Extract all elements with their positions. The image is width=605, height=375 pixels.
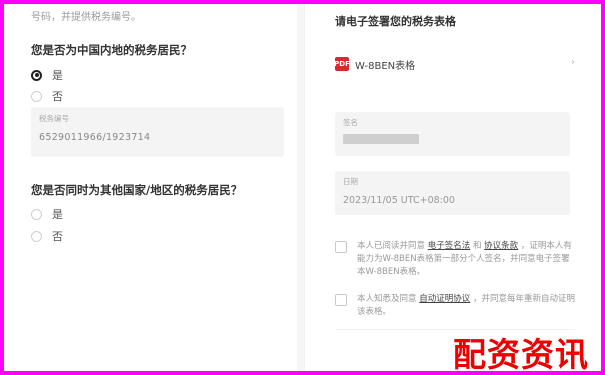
radio-unchecked-icon[interactable] [31,208,42,220]
checkbox-icon[interactable] [335,294,347,306]
signature-redacted [343,134,419,144]
app-frame: 号码，并提供税务编号。 您是否为中国内地的税务居民？ 是 否 税务编号 6529… [4,4,601,371]
panel-divider [297,4,304,371]
date-label: 日期 [343,177,358,186]
signature-panel: 请电子签署您的税务表格 PDF W-8BEN表格 › 签名 日期 2023/11… [304,4,601,371]
other-residency-question: 您是否同时为其他国家/地区的税务居民？ [31,183,243,197]
tax-id-label: 税务编号 [39,114,69,123]
tax-id-field[interactable]: 税务编号 6529011966/1923714 [31,107,284,157]
radio-unchecked-icon[interactable] [31,230,42,242]
tax-id-value: 6529011966/1923714 [39,132,151,143]
other-no-radio[interactable]: 否 [31,228,63,244]
other-yes-radio[interactable]: 是 [31,206,63,222]
e-signature-law-link[interactable]: 电子签名法 [428,241,471,251]
consent-text-2: 本人知悉及同意 自动证明协议 ，并同意每年重新自动证明该表格。 [357,294,575,317]
date-field: 日期 2023/11/05 UTC+08:00 [335,171,570,215]
mainland-residency-question: 您是否为中国内地的税务居民？ [31,43,192,57]
auto-certify-link[interactable]: 自动证明协议 [419,294,470,304]
radio-label: 否 [52,90,63,103]
mainland-no-radio[interactable]: 否 [31,88,63,104]
date-value: 2023/11/05 UTC+08:00 [343,195,455,206]
signature-field[interactable]: 签名 [335,112,570,156]
signature-title: 请电子签署您的税务表格 [335,15,456,28]
pdf-icon: PDF [334,57,350,71]
hint-text: 号码，并提供税务编号。 [31,12,141,23]
checkbox-icon[interactable] [335,241,347,253]
agreement-terms-link[interactable]: 协议条款 [484,241,518,251]
chevron-right-icon: › [571,57,575,68]
w8ben-form-link[interactable]: PDF W-8BEN表格 › [334,54,575,74]
radio-unchecked-icon[interactable] [31,90,42,102]
form-name: W-8BEN表格 [355,60,416,72]
radio-label: 否 [52,230,63,243]
signature-label: 签名 [343,118,358,127]
tax-residency-panel: 号码，并提供税务编号。 您是否为中国内地的税务居民？ 是 否 税务编号 6529… [4,4,297,371]
radio-label: 是 [52,208,63,221]
radio-checked-icon[interactable] [31,69,42,81]
consent-checkbox-2[interactable]: 本人知悉及同意 自动证明协议 ，并同意每年重新自动证明该表格。 [335,293,575,319]
consent-checkbox-1[interactable]: 本人已阅读并同意 电子签名法 和 协议条款 ，证明本人有能力为W-8BEN表格第… [335,240,575,279]
watermark-text: 配资资讯 [453,335,589,371]
consent-text-1: 本人已阅读并同意 电子签名法 和 协议条款 ，证明本人有能力为W-8BEN表格第… [357,241,572,277]
mainland-yes-radio[interactable]: 是 [31,67,63,83]
radio-label: 是 [52,69,63,82]
